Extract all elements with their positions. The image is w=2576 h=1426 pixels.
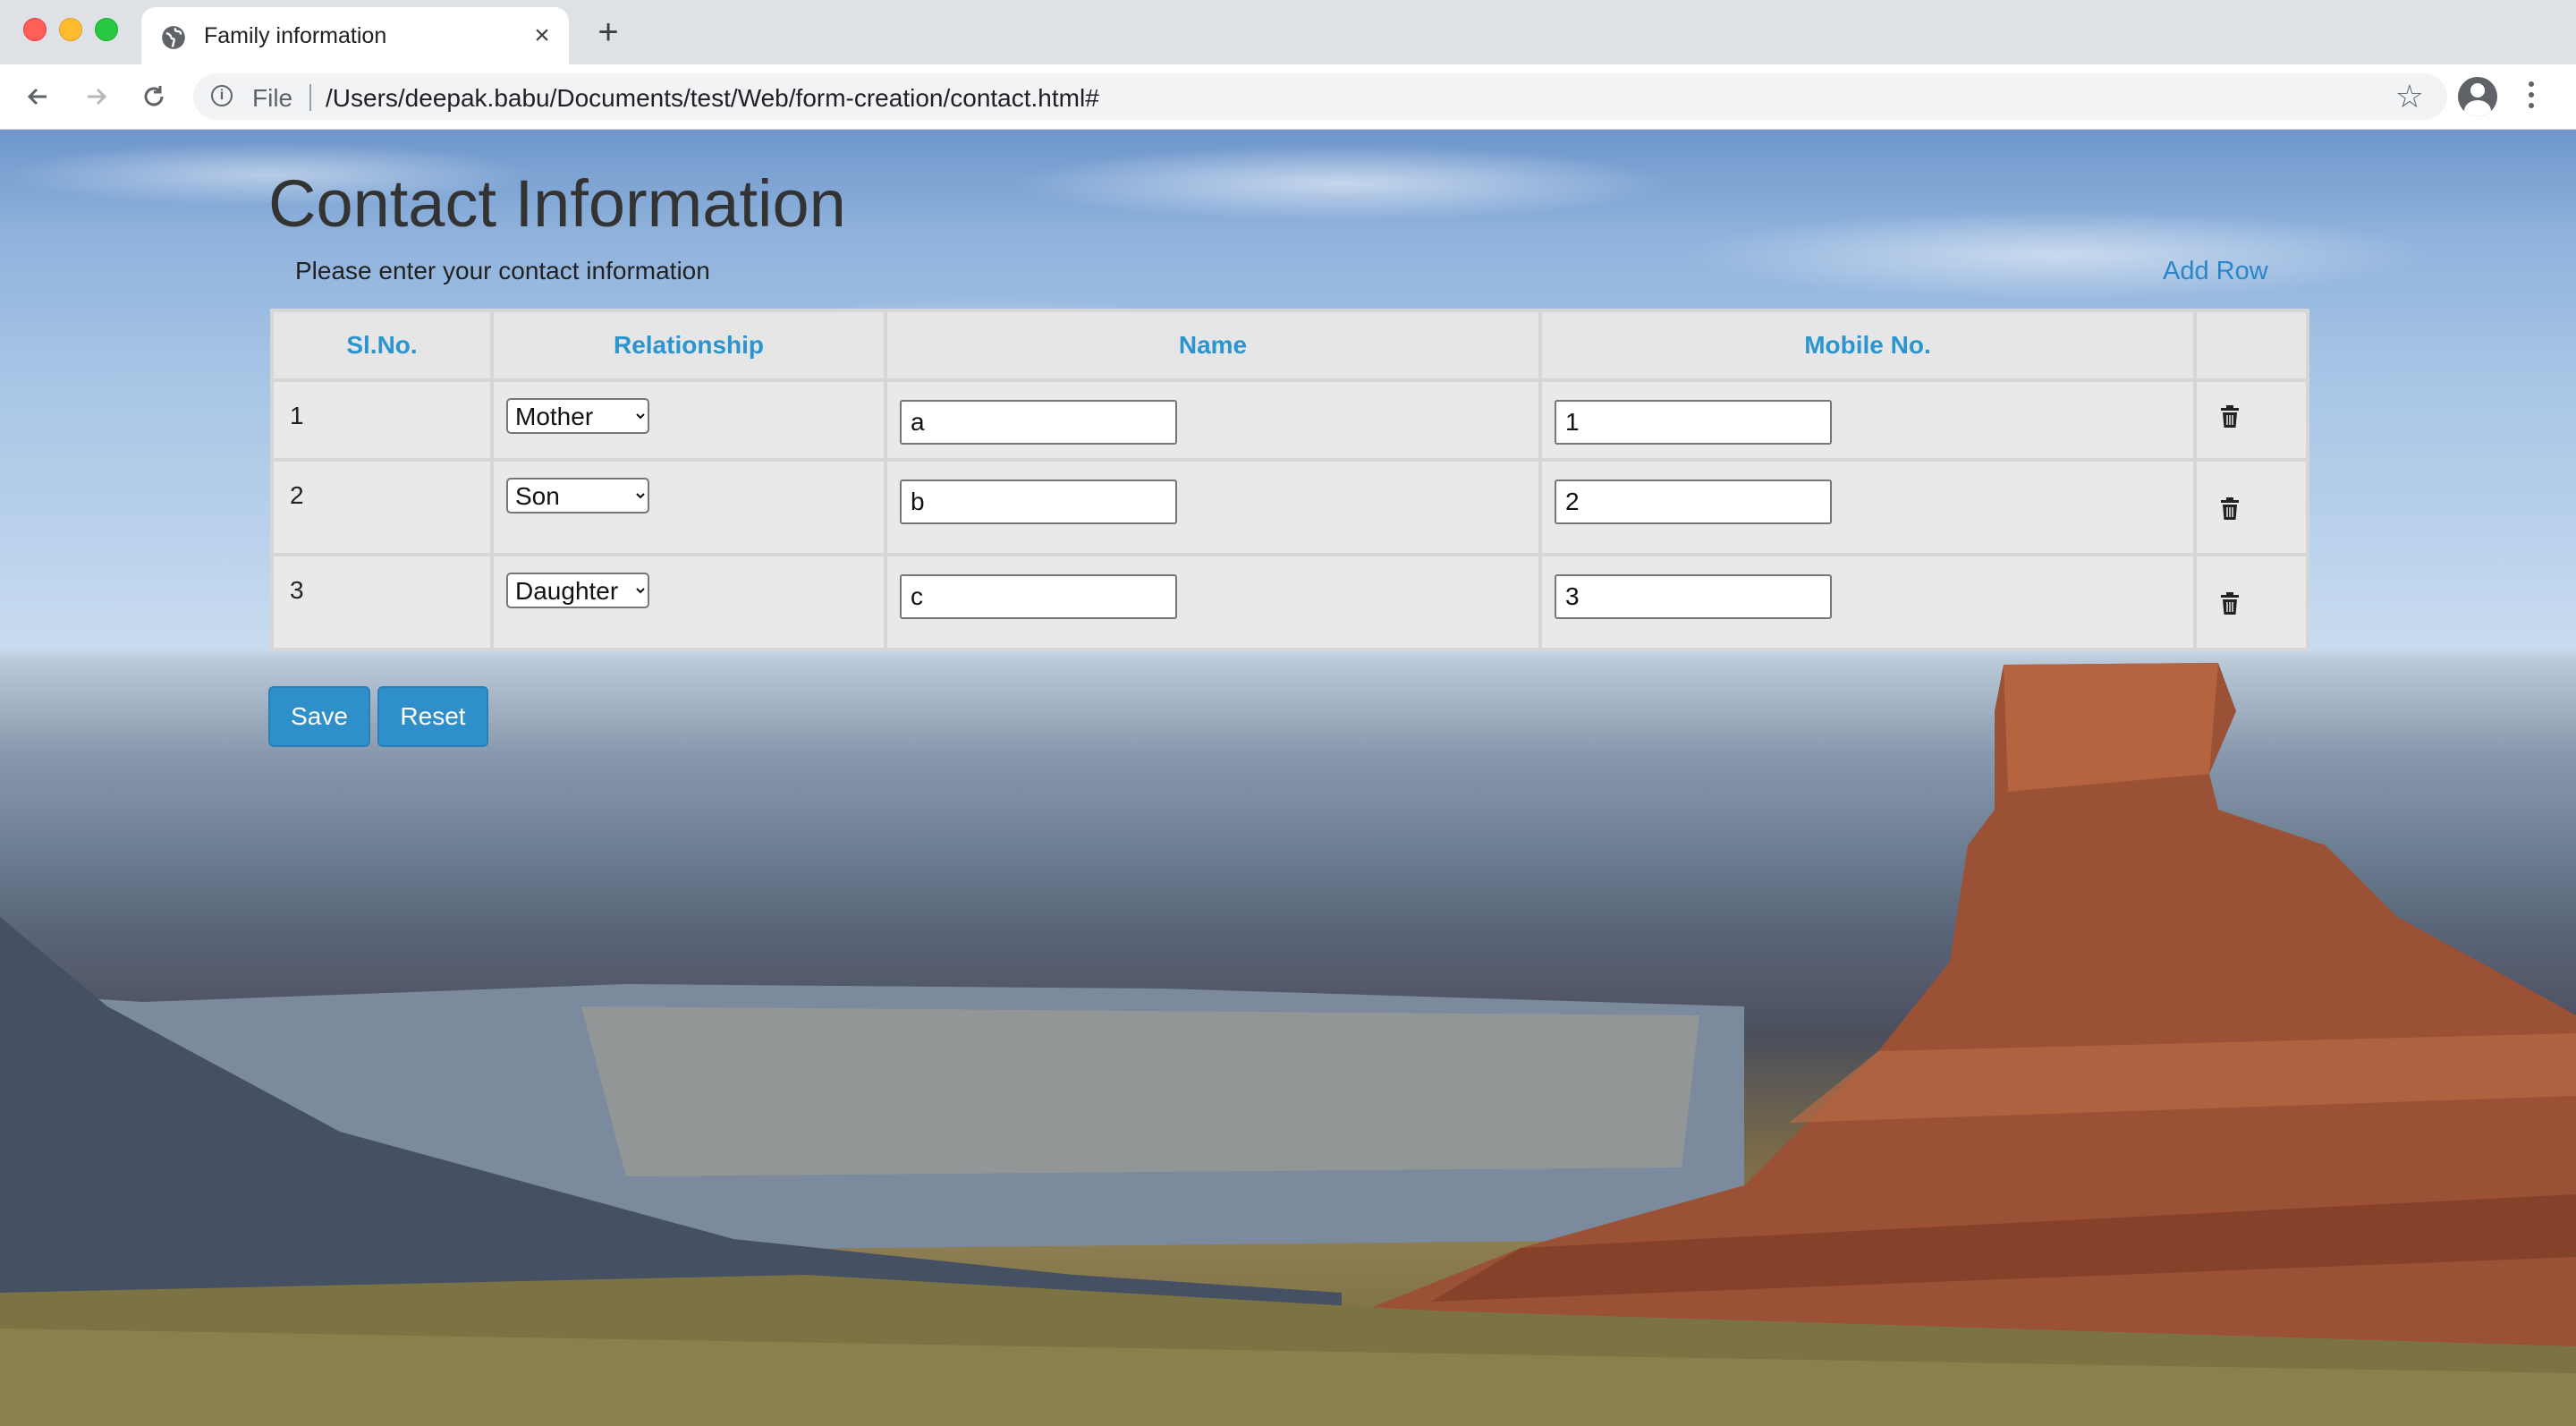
relationship-cell: Son [490,458,887,556]
row-number: 1 [270,378,494,462]
maximize-window-button[interactable] [95,18,118,41]
column-header-relationship: Relationship [490,309,887,382]
divider [309,84,311,111]
column-header-sl-no: Sl.No. [270,309,494,382]
plus-icon[interactable]: + [590,14,626,50]
relationship-select[interactable]: Daughter [506,573,649,608]
table-row: 3 Daughter [270,553,2309,651]
name-cell [884,378,1542,462]
page-viewport: Contact Information Please enter your co… [0,130,2576,1426]
star-icon[interactable]: ☆ [2395,81,2424,113]
trash-icon[interactable] [2220,592,2240,615]
column-header-mobile: Mobile No. [1538,309,2197,382]
actions-cell [2193,553,2309,651]
relationship-select[interactable]: Mother [506,398,649,434]
trash-icon[interactable] [2220,405,2240,429]
actions-cell [2193,458,2309,556]
page-title: Contact Information [268,166,846,241]
column-header-name: Name [884,309,1542,382]
row-number: 3 [270,553,494,651]
forward-icon[interactable] [79,79,114,115]
reset-button[interactable]: Reset [377,686,488,747]
relationship-cell: Mother [490,378,887,462]
browser-tab[interactable]: Family information × [141,7,569,64]
add-row-link[interactable]: Add Row [2163,257,2268,286]
name-cell [884,458,1542,556]
name-input[interactable] [900,574,1177,619]
save-button[interactable]: Save [268,686,370,747]
column-header-actions [2193,309,2309,382]
globe-icon [162,26,185,49]
minimize-window-button[interactable] [59,18,82,41]
table-header-row: Sl.No. Relationship Name Mobile No. [270,309,2309,382]
name-cell [884,553,1542,651]
address-bar[interactable]: i File /Users/deepak.babu/Documents/test… [193,73,2447,120]
relationship-cell: Daughter [490,553,887,651]
mobile-cell [1538,553,2197,651]
mobile-input[interactable] [1555,400,1832,445]
tab-bar: Family information × + [0,0,2576,64]
browser-toolbar: i File /Users/deepak.babu/Documents/test… [0,64,2576,130]
info-icon[interactable]: i [211,85,233,106]
table-row: 2 Son [270,458,2309,556]
row-number: 2 [270,458,494,556]
url-scheme: File [252,84,293,112]
tab-title: Family information [204,23,387,48]
name-input[interactable] [900,400,1177,445]
close-icon[interactable]: × [528,21,556,50]
mobile-input[interactable] [1555,480,1832,524]
trash-icon[interactable] [2220,497,2240,521]
name-input[interactable] [900,480,1177,524]
url-text[interactable]: /Users/deepak.babu/Documents/test/Web/fo… [326,84,1099,113]
relationship-select[interactable]: Son [506,478,649,514]
back-icon[interactable] [20,79,55,115]
mobile-cell [1538,378,2197,462]
close-window-button[interactable] [23,18,47,41]
mobile-input[interactable] [1555,574,1832,619]
mobile-cell [1538,458,2197,556]
actions-cell [2193,378,2309,462]
menu-icon[interactable] [2528,79,2535,115]
avatar-icon[interactable] [2458,77,2497,116]
reload-icon[interactable] [136,79,172,115]
page-subtitle: Please enter your contact information [295,257,710,284]
contacts-table: Sl.No. Relationship Name Mobile No. 1 Mo… [270,309,2309,651]
table-row: 1 Mother [270,378,2309,462]
